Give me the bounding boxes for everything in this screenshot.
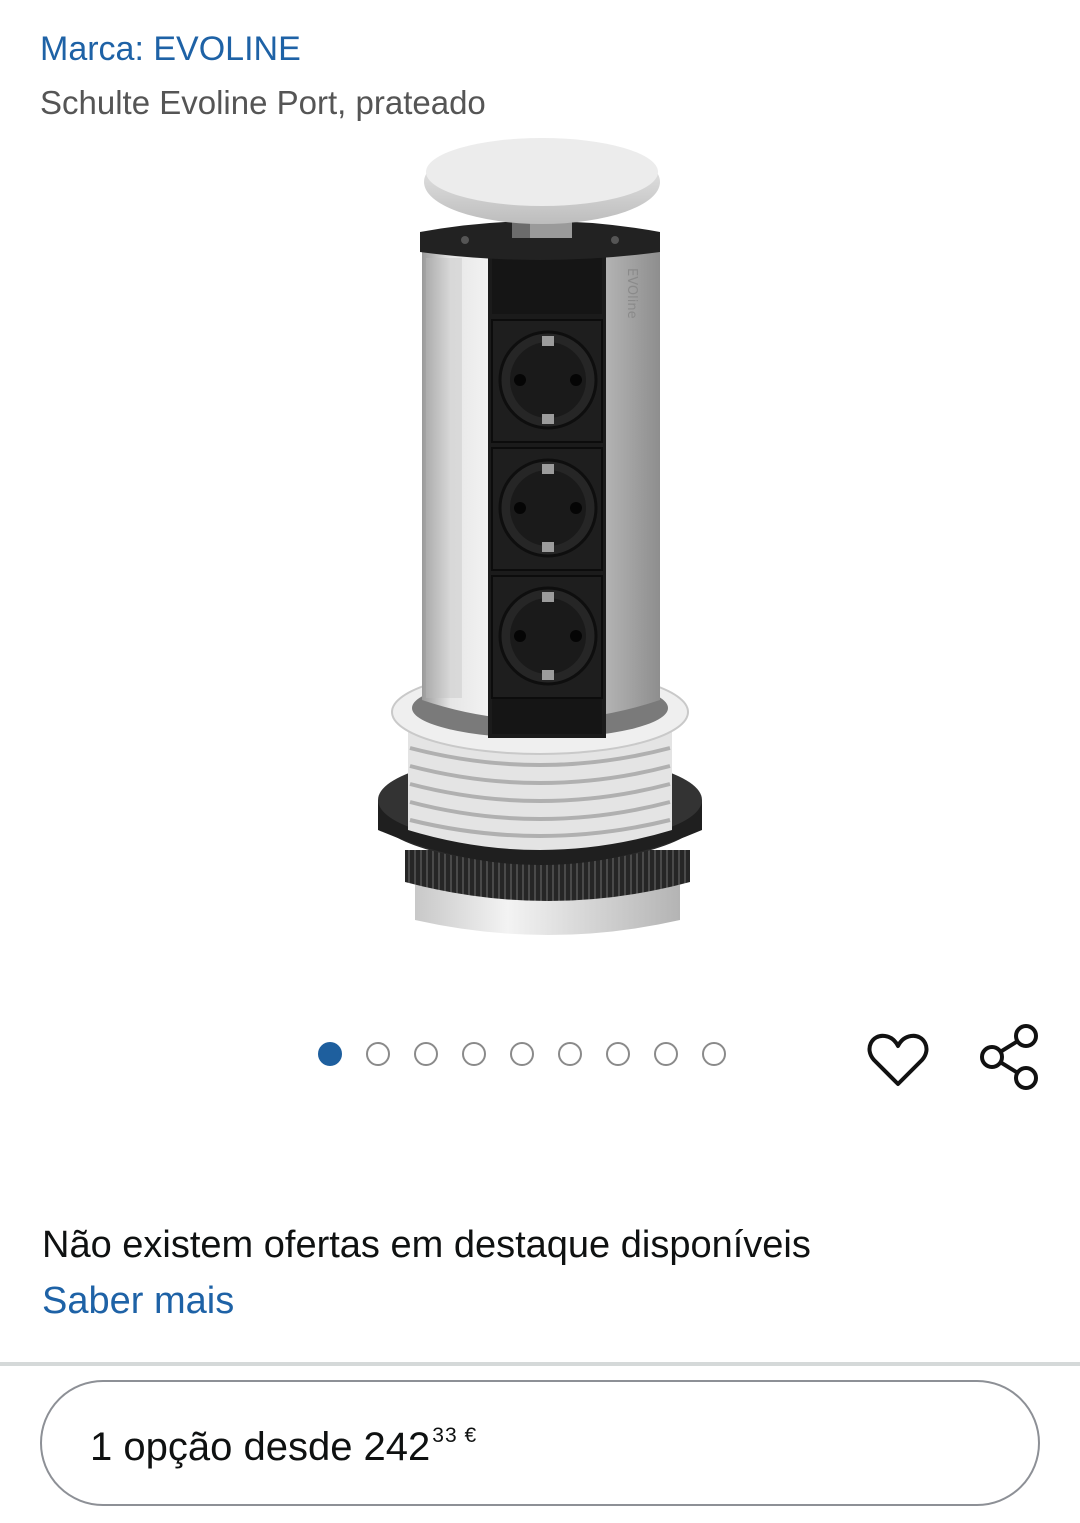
buying-options-text: 1 opção desde 242: [90, 1425, 431, 1469]
carousel-dot-9[interactable]: [702, 1042, 726, 1066]
share-button[interactable]: [976, 1022, 1042, 1092]
no-featured-offers-message: Não existem ofertas em destaque disponív…: [42, 1224, 811, 1266]
carousel-dot-2[interactable]: [366, 1042, 390, 1066]
buying-options-button[interactable]: 1 opção desde 24233 €: [40, 1380, 1040, 1506]
carousel-dot-6[interactable]: [558, 1042, 582, 1066]
wishlist-button[interactable]: [866, 1030, 930, 1090]
currency-symbol: €: [464, 1424, 478, 1447]
carousel-dot-1[interactable]: [318, 1042, 342, 1066]
product-brand-print: EVOline: [624, 268, 639, 319]
carousel-dot-4[interactable]: [462, 1042, 486, 1066]
buying-options-label: 1 opção desde 24233 €: [90, 1424, 477, 1470]
learn-more-link[interactable]: Saber mais: [42, 1280, 234, 1323]
price-fraction: 33 €: [432, 1424, 477, 1447]
carousel-dot-5[interactable]: [510, 1042, 534, 1066]
brand-link[interactable]: Marca: EVOLINE: [40, 30, 301, 69]
carousel-dot-8[interactable]: [654, 1042, 678, 1066]
product-image[interactable]: EVOline: [330, 132, 750, 952]
product-title: Schulte Evoline Port, prateado: [40, 84, 486, 121]
heart-outline-icon: [867, 1033, 929, 1086]
price-cents: 33: [432, 1424, 458, 1447]
carousel-dot-7[interactable]: [606, 1042, 630, 1066]
carousel-dot-3[interactable]: [414, 1042, 438, 1066]
section-divider: [0, 1362, 1080, 1366]
share-icon: [980, 1024, 1038, 1090]
image-carousel-indicator: [318, 1042, 726, 1066]
